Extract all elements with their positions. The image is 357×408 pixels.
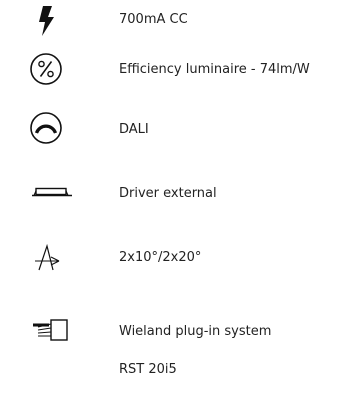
spec-label-efficiency: Efficiency luminaire - 74lm/W: [119, 62, 310, 77]
lightning-bolt-icon: [18, 0, 74, 40]
spec-row-beam-angle: 2x10°/2x20°: [0, 238, 357, 278]
spec-sublabel-connector: RST 20i5: [119, 362, 177, 377]
spec-label-dimming: DALI: [119, 122, 149, 137]
external-driver-icon: [18, 174, 74, 214]
percent-circle-icon: [18, 50, 74, 90]
spec-row-driver: Driver external: [0, 174, 357, 214]
spec-list: 700mA CC Efficiency luminaire - 74lm/W D…: [0, 0, 357, 408]
spec-label-driver: Driver external: [119, 186, 217, 201]
spec-row-dimming: DALI: [0, 110, 357, 150]
spec-row-efficiency: Efficiency luminaire - 74lm/W: [0, 50, 357, 90]
spec-row-connector: Wieland plug-in system RST 20i5: [0, 312, 357, 377]
spec-row-current: 700mA CC: [0, 0, 357, 40]
spec-label-connector: Wieland plug-in system: [119, 324, 272, 339]
dimming-arc-circle-icon: [18, 110, 74, 150]
spec-label-beam-angle: 2x10°/2x20°: [119, 250, 202, 265]
spec-label-current: 700mA CC: [119, 12, 188, 27]
beam-angle-icon: [18, 238, 74, 278]
plug-connector-icon: [18, 312, 74, 352]
